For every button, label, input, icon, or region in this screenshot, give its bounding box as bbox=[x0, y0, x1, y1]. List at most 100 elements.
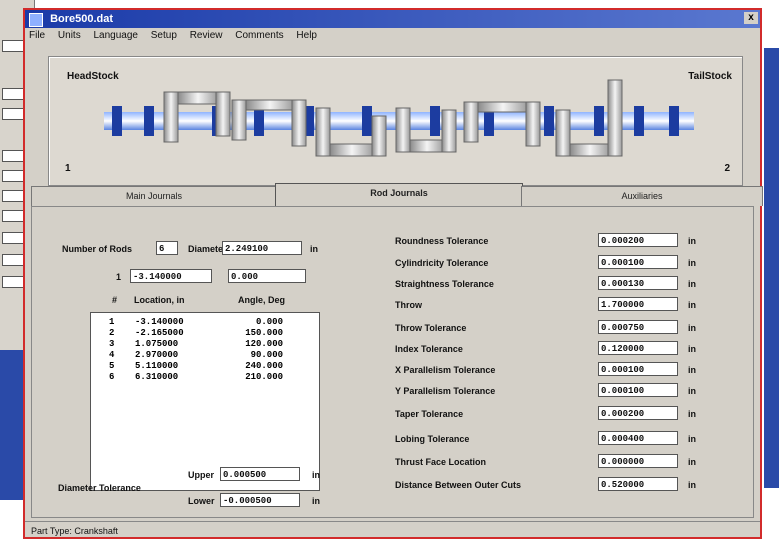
tab-strip: Main Journals Rod Journals Auxiliaries bbox=[31, 183, 763, 207]
list-item-location: 2.970000 bbox=[135, 350, 179, 360]
tolerance-field[interactable]: 0.000400 bbox=[598, 431, 678, 445]
list-item[interactable]: 3 1.075000 120.000 bbox=[91, 339, 319, 350]
main-window: Bore500.dat x File Units Language Setup … bbox=[23, 8, 763, 540]
diameter-label: Diameter bbox=[188, 244, 227, 254]
tolerance-label: Taper Tolerance bbox=[395, 409, 464, 419]
upper-label: Upper bbox=[188, 470, 215, 480]
list-item-location: -2.165000 bbox=[135, 328, 184, 338]
tolerance-label: Straightness Tolerance bbox=[395, 279, 494, 289]
column-location-header: Location, in bbox=[134, 295, 185, 305]
tolerance-unit: in bbox=[688, 279, 696, 289]
close-icon[interactable]: x bbox=[744, 12, 758, 24]
tolerance-label: Lobing Tolerance bbox=[395, 434, 470, 444]
menu-comments[interactable]: Comments bbox=[235, 30, 283, 41]
app-icon bbox=[29, 13, 43, 27]
tab-auxiliaries[interactable]: Auxiliaries bbox=[521, 186, 763, 206]
list-item-location: -3.140000 bbox=[135, 317, 184, 327]
tolerance-unit: in bbox=[688, 323, 696, 333]
location-edit-field[interactable]: -3.140000 bbox=[130, 269, 212, 283]
menu-setup[interactable]: Setup bbox=[151, 30, 177, 41]
list-item-angle: 120.000 bbox=[245, 339, 283, 349]
list-item[interactable]: 5 5.110000 240.000 bbox=[91, 361, 319, 372]
menu-file[interactable]: File bbox=[29, 30, 45, 41]
tolerance-field[interactable]: 1.700000 bbox=[598, 297, 678, 311]
list-item-angle: 0.000 bbox=[255, 317, 283, 327]
tolerance-label: Cylindricity Tolerance bbox=[395, 258, 489, 268]
tolerance-field[interactable]: 0.000200 bbox=[598, 406, 678, 420]
menu-review[interactable]: Review bbox=[190, 30, 223, 41]
list-item-number: 6 bbox=[109, 372, 115, 382]
menu-units[interactable]: Units bbox=[58, 30, 81, 41]
column-angle-header: Angle, Deg bbox=[238, 295, 286, 305]
tab-main-journals[interactable]: Main Journals bbox=[31, 186, 277, 206]
list-item-location: 1.075000 bbox=[135, 339, 179, 349]
tolerance-label: Throw Tolerance bbox=[395, 323, 467, 333]
upper-tolerance-field[interactable]: 0.000500 bbox=[220, 467, 300, 481]
list-item-location: 5.110000 bbox=[135, 361, 179, 371]
tailstock-label: TailStock bbox=[688, 71, 732, 82]
tolerance-field[interactable]: 0.000200 bbox=[598, 233, 678, 247]
angle-edit-field[interactable]: 0.000 bbox=[228, 269, 306, 283]
list-item[interactable]: 2 -2.165000 150.000 bbox=[91, 328, 319, 339]
list-item-number: 4 bbox=[109, 350, 115, 360]
crankshaft-diagram: HeadStock TailStock 1 2 bbox=[48, 56, 743, 186]
diameter-tolerance-label: Diameter Tolerance bbox=[58, 483, 141, 493]
list-item-number: 2 bbox=[109, 328, 115, 338]
rod-journals-panel: Number of Rods 6 Diameter 2.249100 in 1 … bbox=[31, 206, 754, 518]
tolerance-unit: in bbox=[688, 344, 696, 354]
tolerance-field[interactable]: 0.000100 bbox=[598, 383, 678, 397]
diameter-field[interactable]: 2.249100 bbox=[222, 241, 302, 255]
list-item-number: 5 bbox=[109, 361, 115, 371]
tolerance-label: Throw bbox=[395, 300, 422, 310]
row-index-label: 1 bbox=[116, 272, 122, 282]
list-item-angle: 210.000 bbox=[245, 372, 283, 382]
upper-unit: in bbox=[312, 470, 320, 480]
tolerance-label: Distance Between Outer Cuts bbox=[395, 480, 522, 490]
headstock-number: 1 bbox=[65, 163, 71, 174]
tolerance-unit: in bbox=[688, 480, 696, 490]
menu-bar: File Units Language Setup Review Comment… bbox=[25, 28, 760, 44]
menu-help[interactable]: Help bbox=[296, 30, 317, 41]
list-item-number: 3 bbox=[109, 339, 115, 349]
tolerance-field[interactable]: 0.000100 bbox=[598, 362, 678, 376]
num-rods-field[interactable]: 6 bbox=[156, 241, 178, 255]
list-item-number: 1 bbox=[109, 317, 115, 327]
diameter-unit: in bbox=[310, 244, 318, 254]
tolerance-unit: in bbox=[688, 365, 696, 375]
window-title: Bore500.dat bbox=[50, 13, 114, 25]
title-bar[interactable]: Bore500.dat x bbox=[25, 10, 760, 28]
list-item[interactable]: 4 2.970000 90.000 bbox=[91, 350, 319, 361]
tolerance-field[interactable]: 0.120000 bbox=[598, 341, 678, 355]
background-blue-panel bbox=[764, 48, 779, 488]
tolerance-label: Roundness Tolerance bbox=[395, 236, 489, 246]
list-item-location: 6.310000 bbox=[135, 372, 179, 382]
lower-label: Lower bbox=[188, 496, 215, 506]
tolerance-field[interactable]: 0.000100 bbox=[598, 255, 678, 269]
lower-unit: in bbox=[312, 496, 320, 506]
tolerance-unit: in bbox=[688, 386, 696, 396]
tolerance-label: Index Tolerance bbox=[395, 344, 463, 354]
tolerance-unit: in bbox=[688, 258, 696, 268]
tolerance-field[interactable]: 0.000130 bbox=[598, 276, 678, 290]
column-number-header: # bbox=[112, 295, 118, 305]
rod-location-list[interactable]: 1 -3.140000 0.000 2 -2.165000 150.000 3 … bbox=[90, 312, 320, 491]
tolerance-unit: in bbox=[688, 236, 696, 246]
tolerance-unit: in bbox=[688, 300, 696, 310]
num-rods-label: Number of Rods bbox=[62, 244, 133, 254]
tolerance-field[interactable]: 0.520000 bbox=[598, 477, 678, 491]
tab-rod-journals[interactable]: Rod Journals bbox=[275, 183, 523, 207]
tolerance-label: X Parallelism Tolerance bbox=[395, 365, 496, 375]
tolerance-unit: in bbox=[688, 457, 696, 467]
tolerance-field[interactable]: 0.000000 bbox=[598, 454, 678, 468]
tailstock-number: 2 bbox=[724, 163, 730, 174]
list-item[interactable]: 1 -3.140000 0.000 bbox=[91, 317, 319, 328]
tolerance-unit: in bbox=[688, 434, 696, 444]
list-item-angle: 90.000 bbox=[250, 350, 283, 360]
lower-tolerance-field[interactable]: -0.000500 bbox=[220, 493, 300, 507]
list-item-angle: 240.000 bbox=[245, 361, 283, 371]
menu-language[interactable]: Language bbox=[93, 30, 138, 41]
crankshaft-image bbox=[104, 79, 694, 157]
status-bar: Part Type: Crankshaft bbox=[25, 521, 760, 540]
tolerance-field[interactable]: 0.000750 bbox=[598, 320, 678, 334]
list-item[interactable]: 6 6.310000 210.000 bbox=[91, 372, 319, 383]
